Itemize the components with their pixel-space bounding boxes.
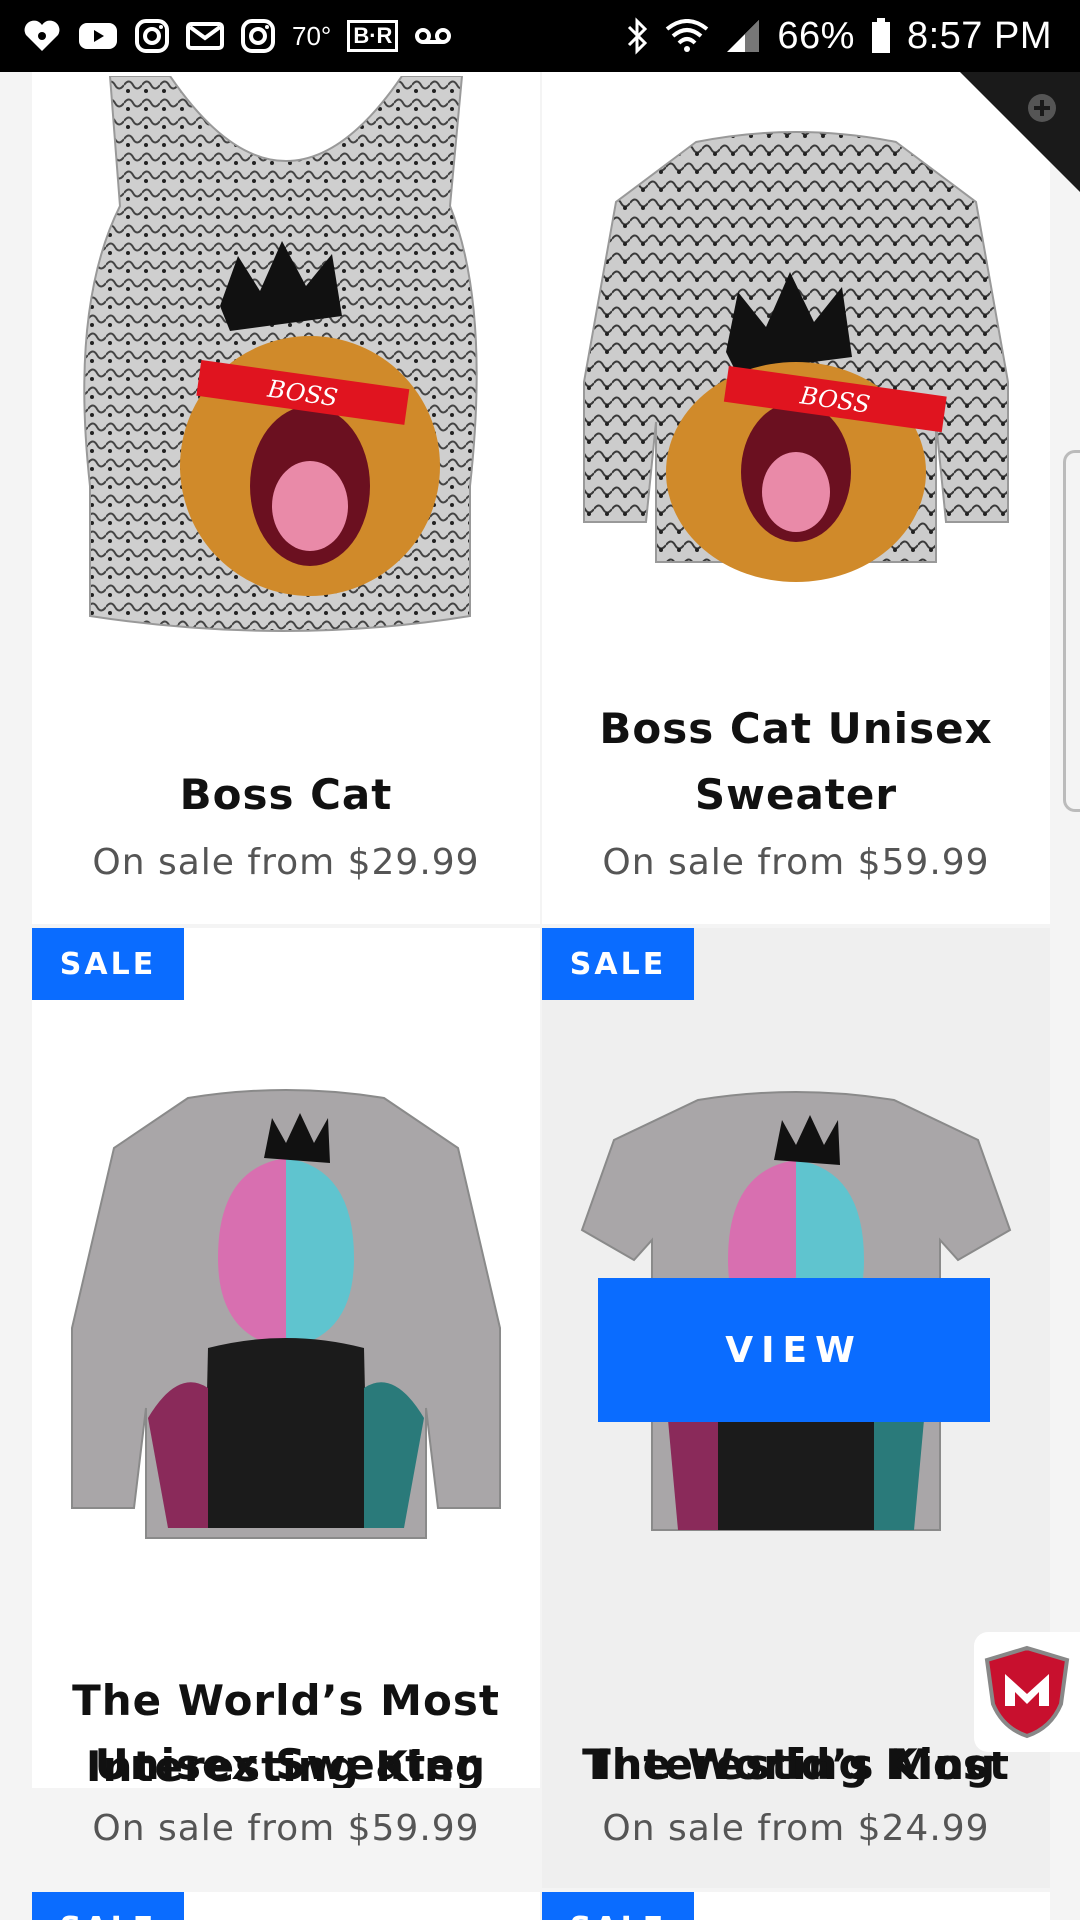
wifi-icon: [665, 16, 709, 56]
boss-cat-tank-image[interactable]: BOSS: [70, 76, 502, 636]
voicemail-icon: [414, 16, 452, 56]
instagram-icon: [240, 16, 276, 56]
mcafee-shield-icon: [984, 1645, 1070, 1739]
world-king-sweater-image[interactable]: [68, 1088, 504, 1548]
system-status: 66% 8:57 PM: [625, 15, 1052, 58]
youtube-icon: [78, 16, 118, 56]
product-title[interactable]: Boss Cat: [32, 762, 540, 828]
battery-percent: 66%: [777, 14, 855, 57]
product-price: On sale from $59.99: [602, 842, 990, 883]
sale-badge: SALE: [32, 1892, 184, 1920]
iheart-icon: [22, 16, 62, 56]
product-title-line2[interactable]: Sweater: [542, 762, 1050, 828]
product-card-boss-cat[interactable]: BOSS Boss Cat On sale from $29.99: [32, 72, 540, 924]
product-price: On sale from $29.99: [92, 842, 480, 883]
temperature-text: 70°: [292, 20, 332, 51]
mcafee-badge[interactable]: [974, 1632, 1080, 1752]
sale-badge: SALE: [542, 1892, 694, 1920]
product-card-boss-cat-sweater[interactable]: BOSS Boss Cat Unisex Sweater On sale fro…: [542, 72, 1050, 924]
side-scroll-tab[interactable]: [1063, 450, 1080, 812]
br-app-icon: B·R: [347, 20, 399, 52]
signal-icon: [725, 16, 761, 56]
notification-icons: 70° B·R: [22, 16, 452, 56]
product-title-line1[interactable]: Boss Cat Unisex: [542, 696, 1050, 762]
product-card-next-right[interactable]: SALE: [542, 1892, 1050, 1920]
status-bar: 70° B·R 66% 8:57 PM: [0, 0, 1080, 72]
product-card-world-king-sweater[interactable]: SALE The World’s Most Interesting King: [32, 928, 540, 1788]
sale-badge: SALE: [32, 928, 184, 1000]
product-card-next-left[interactable]: SALE: [32, 1892, 540, 1920]
battery-icon: [871, 16, 891, 56]
page-corner-fold[interactable]: [960, 72, 1080, 192]
view-button[interactable]: VIEW: [598, 1278, 990, 1422]
gmail-icon: [186, 16, 224, 56]
product-title-line1[interactable]: The World’s Most: [32, 1668, 540, 1734]
boss-cat-sweater-image[interactable]: BOSS: [576, 122, 1016, 582]
instagram-icon: [134, 16, 170, 56]
sale-badge: SALE: [542, 928, 694, 1000]
product-title-line3[interactable]: Unisex Sweater: [32, 1732, 540, 1798]
product-price: On sale from $59.99: [92, 1808, 480, 1849]
clock: 8:57 PM: [906, 14, 1052, 57]
bluetooth-icon: [625, 16, 649, 56]
product-price: On sale from $24.99: [602, 1808, 990, 1849]
